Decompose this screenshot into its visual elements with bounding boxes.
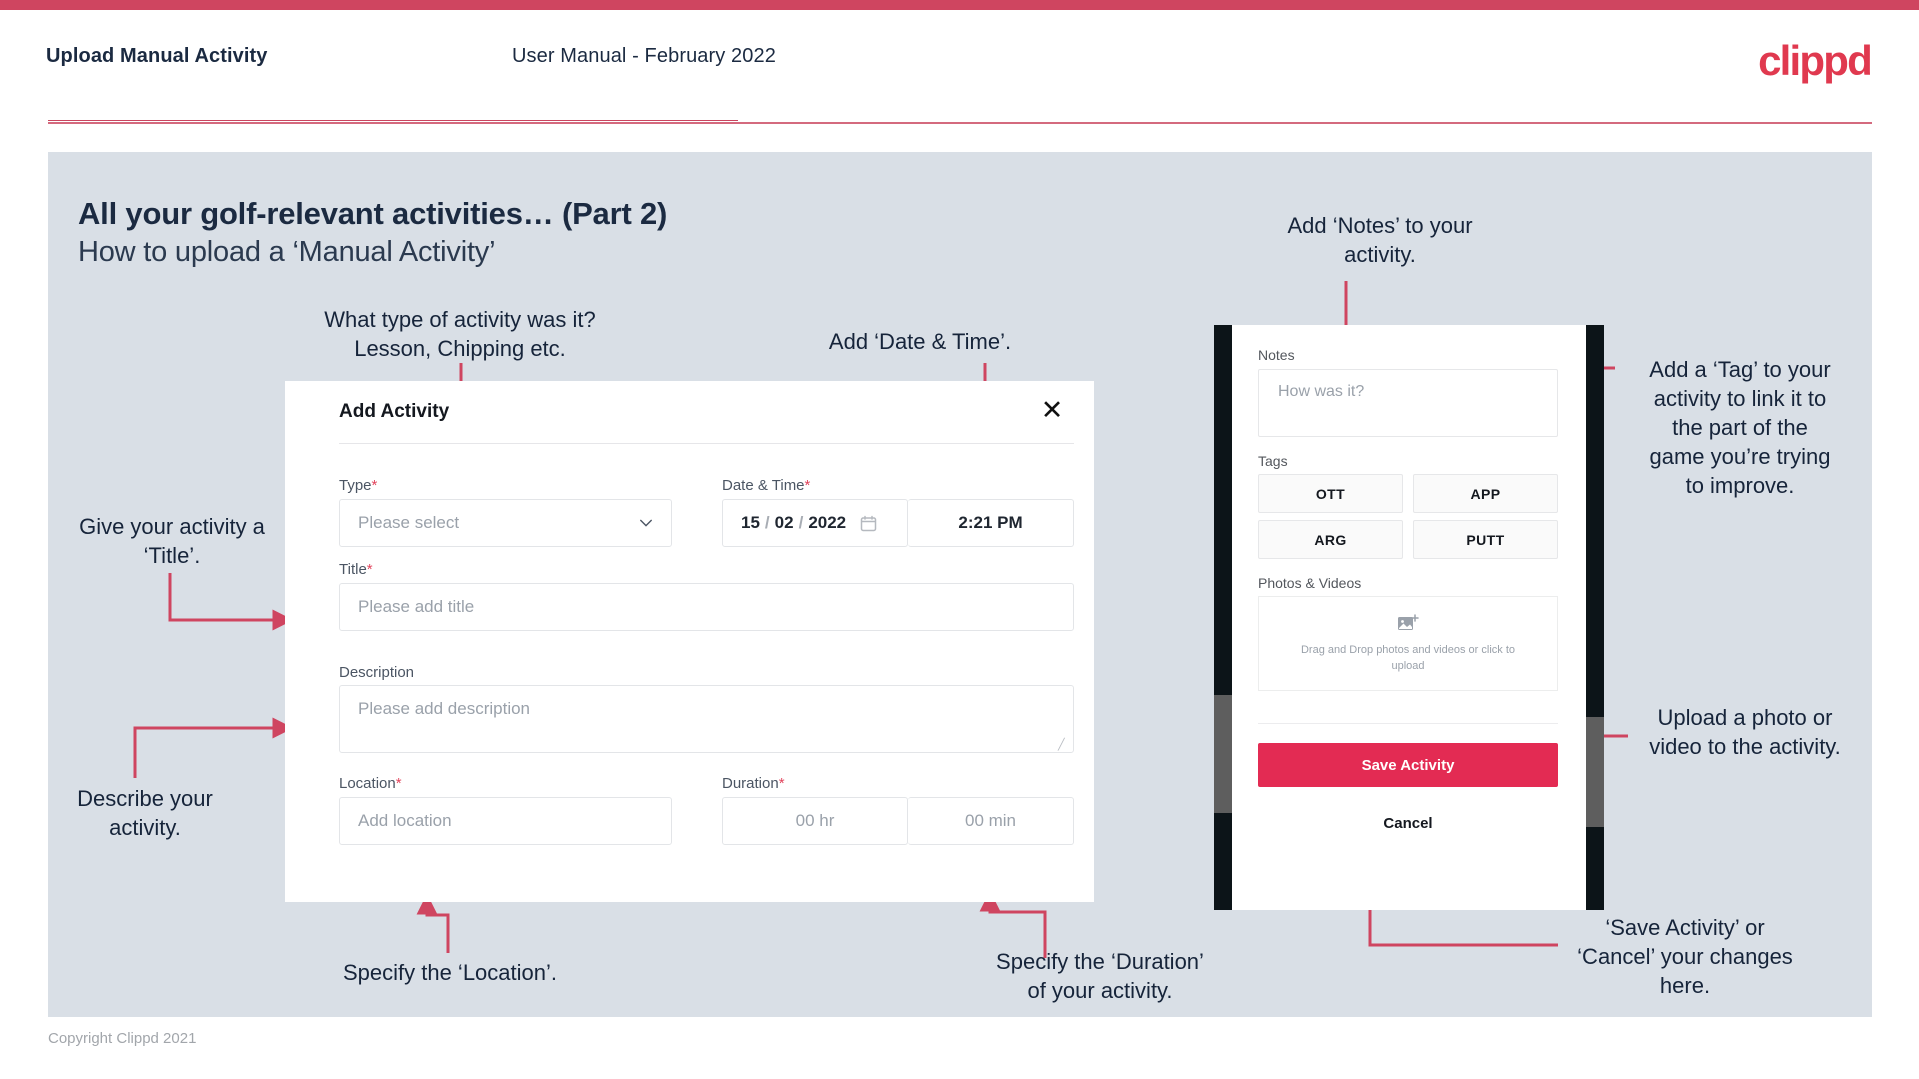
phone-mockup: Notes How was it? Tags OTT APP ARG PUTT … [1214, 325, 1604, 910]
annotation-datetime: Add ‘Date & Time’. [828, 329, 1012, 354]
type-label: Type* [339, 477, 377, 494]
phone-button-right [1586, 717, 1604, 827]
dropzone[interactable]: Drag and Drop photos and videos or click… [1258, 596, 1558, 691]
duration-minutes-placeholder: 00 min [964, 811, 1017, 830]
phone-button-left [1214, 695, 1232, 813]
date-sep-2: / [798, 513, 804, 532]
dialog-header: Add Activity ✕ [285, 381, 1094, 443]
tag-button-ott[interactable]: OTT [1258, 474, 1403, 513]
header-center-title: User Manual - February 2022 [512, 45, 776, 67]
date-day: 15 [741, 513, 760, 532]
tag-button-arg[interactable]: ARG [1258, 520, 1403, 559]
description-placeholder: Please add description [358, 699, 531, 718]
notes-textarea[interactable] [1258, 369, 1558, 437]
time-value: 2:21 PM [958, 513, 1023, 532]
date-sep-1: / [764, 513, 770, 532]
date-year: 2022 [808, 513, 847, 532]
annotation-describe: Describe your activity. [77, 786, 213, 840]
description-label: Description [339, 664, 414, 681]
dialog-title: Add Activity [339, 401, 450, 422]
add-image-icon [1398, 613, 1419, 630]
tag-button-app[interactable]: APP [1413, 474, 1558, 513]
tags-label: Tags [1258, 453, 1288, 469]
location-label-text: Location [339, 775, 396, 792]
phone-frame-left [1214, 325, 1232, 910]
photos-label: Photos & Videos [1258, 575, 1362, 591]
duration-hours-placeholder: 00 hr [795, 811, 835, 830]
add-activity-dialog: Add Activity ✕ Type* Please select Date … [285, 381, 1094, 902]
datetime-required-marker: * [804, 477, 811, 494]
slide-title: All your golf-relevant activities… (Part… [78, 196, 668, 231]
date-month: 02 [774, 513, 794, 532]
location-placeholder: Add location [358, 811, 452, 830]
slide-subtitle: How to upload a ‘Manual Activity’ [78, 236, 496, 268]
location-label: Location* [339, 775, 402, 792]
phone-divider [1258, 723, 1558, 724]
location-required-marker: * [395, 775, 402, 792]
top-accent-bar [0, 0, 1919, 10]
phone-screen: Notes How was it? Tags OTT APP ARG PUTT … [1232, 325, 1586, 910]
annotation-title: Give your activity a ‘Title’. [79, 514, 265, 568]
cancel-button[interactable]: Cancel [1258, 815, 1558, 832]
save-activity-button[interactable]: Save Activity [1258, 743, 1558, 787]
notes-placeholder: How was it? [1278, 383, 1365, 400]
annotation-type: What type of activity was it? Lesson, Chi… [324, 307, 596, 361]
datetime-label-text: Date & Time [722, 477, 805, 494]
type-select[interactable]: Please select [339, 499, 672, 547]
annotation-save: ‘Save Activity’ or ‘Cancel’ your changes h… [1577, 915, 1793, 998]
annotation-upload: Upload a photo or video to the activity. [1649, 705, 1841, 759]
date-input[interactable]: 15 / 02 / 2022 [722, 499, 908, 547]
annotation-location: Specify the ‘Location’. [342, 960, 558, 985]
duration-hours-input[interactable]: 00 hr [722, 797, 908, 845]
type-required-marker: * [371, 477, 378, 494]
dropzone-text: Drag and Drop photos and videos or click… [1300, 643, 1515, 672]
chevron-down-icon [640, 519, 652, 527]
time-input[interactable]: 2:21 PM [908, 499, 1074, 547]
tag-button-putt[interactable]: PUTT [1413, 520, 1558, 559]
datetime-label: Date & Time* [722, 477, 810, 494]
title-placeholder: Please add title [358, 597, 475, 616]
location-input[interactable]: Add location [339, 797, 672, 845]
dialog-divider [339, 443, 1074, 444]
header-divider [48, 122, 1872, 124]
header-left-title: Upload Manual Activity [46, 45, 268, 67]
duration-label: Duration* [722, 775, 785, 792]
duration-minutes-input[interactable]: 00 min [908, 797, 1074, 845]
annotation-duration: Specify the ‘Duration’ of your activity. [996, 949, 1204, 1003]
type-label-text: Type [339, 477, 372, 494]
title-required-marker: * [366, 561, 373, 578]
annotation-notes: Add ‘Notes’ to your activity. [1287, 213, 1473, 267]
title-input[interactable]: Please add title [339, 583, 1074, 631]
close-icon[interactable]: ✕ [1036, 395, 1068, 427]
type-placeholder: Please select [358, 513, 460, 532]
description-textarea[interactable]: Please add description ╱ [339, 685, 1074, 753]
notes-label: Notes [1258, 347, 1295, 363]
calendar-icon[interactable] [860, 515, 877, 532]
duration-label-text: Duration [722, 775, 779, 792]
title-label-text: Title [339, 561, 367, 578]
title-label: Title* [339, 561, 373, 578]
footer-copyright: Copyright Clippd 2021 [48, 1030, 197, 1047]
clippd-logo: clippd [1758, 37, 1873, 84]
duration-required-marker: * [778, 775, 785, 792]
resize-grip-icon[interactable]: ╱ [1058, 738, 1070, 751]
header-divider-accent [48, 120, 738, 121]
annotation-tag: Add a ‘Tag’ to your activity to link it t… [1649, 357, 1831, 498]
description-label-text: Description [339, 664, 415, 681]
